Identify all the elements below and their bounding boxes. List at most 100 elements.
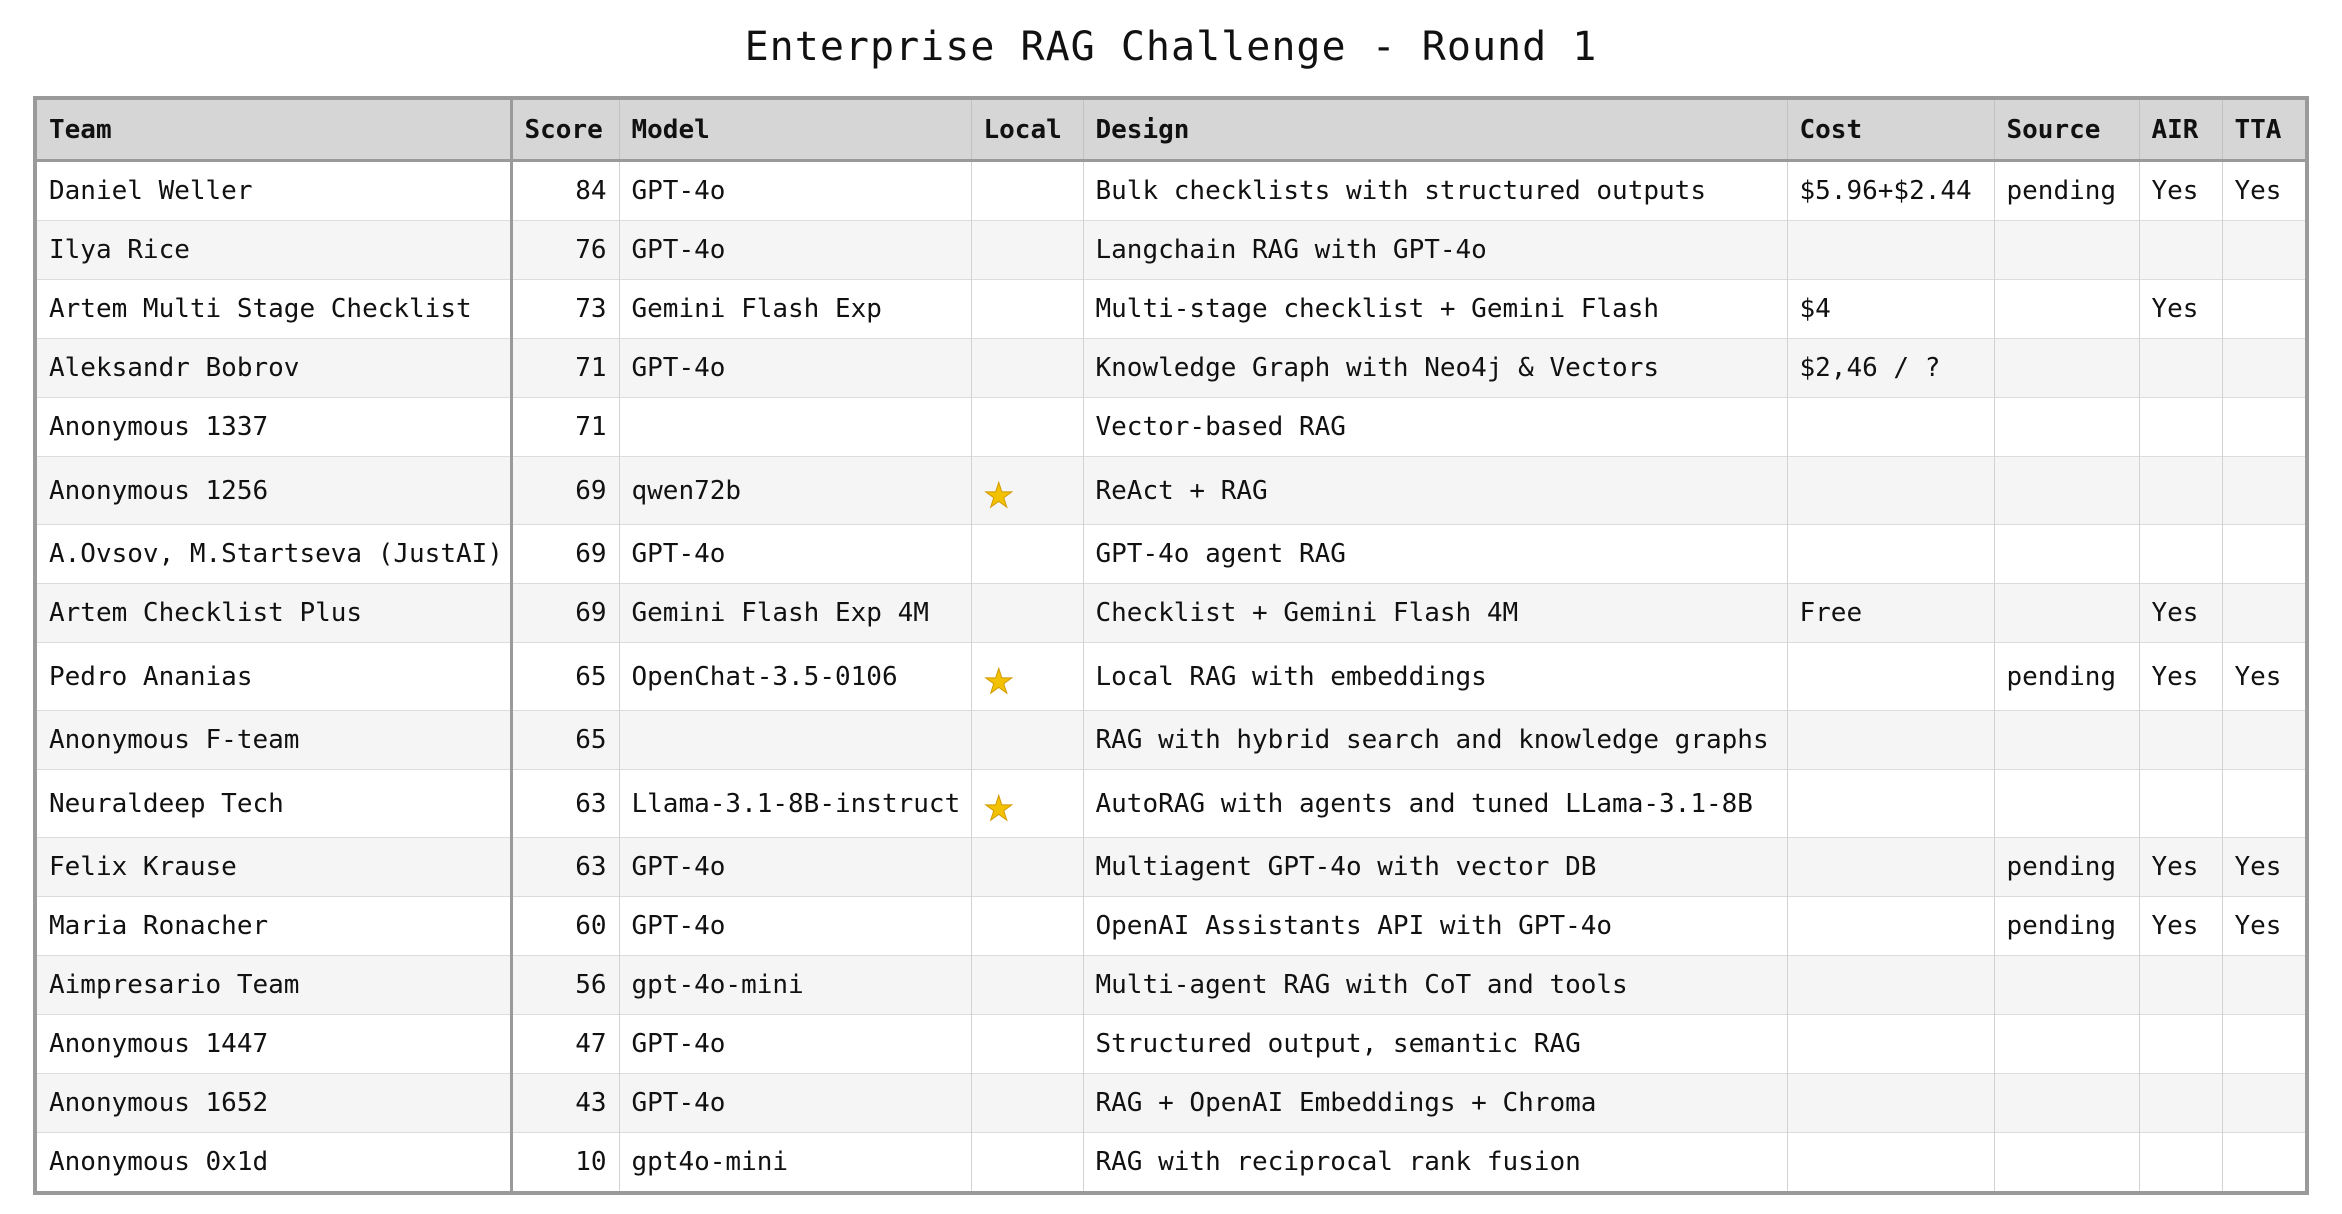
- table-row: Aimpresario Team 56 gpt-4o-mini Multi-agent…: [37, 955, 2305, 1015]
- score-cell: 73: [510, 279, 619, 339]
- score-cell: 10: [510, 1132, 619, 1191]
- local-cell: ★: [970, 642, 1083, 711]
- local-cell: [970, 896, 1083, 956]
- team-cell: Maria Ronacher: [37, 896, 513, 956]
- column-header-tta: TTA: [2221, 100, 2305, 162]
- design-cell: Knowledge Graph with Neo4j & Vectors: [1082, 338, 1787, 398]
- source-cell: [1993, 397, 2139, 457]
- team-cell: Anonymous 1256: [37, 456, 513, 525]
- team-cell: Artem Checklist Plus: [37, 583, 513, 643]
- air-cell: [2138, 524, 2222, 584]
- cost-cell: [1786, 397, 1994, 457]
- score-cell: 63: [510, 837, 619, 897]
- column-header-model: Model: [618, 100, 971, 162]
- design-cell: RAG + OpenAI Embeddings + Chroma: [1082, 1073, 1787, 1133]
- tta-cell: [2221, 710, 2305, 770]
- table-row: Anonymous F-team 65 RAG with hybrid search…: [37, 710, 2305, 770]
- cost-cell: [1786, 710, 1994, 770]
- model-cell: Gemini Flash Exp: [618, 279, 971, 339]
- table-row: Anonymous 1447 47 GPT-4o Structured output,…: [37, 1014, 2305, 1074]
- table-row: Anonymous 1256 69 qwen72b ★ ReAct + RAG: [37, 456, 2305, 525]
- table-row: Anonymous 1652 43 GPT-4o RAG + OpenAI Embed…: [37, 1073, 2305, 1133]
- design-cell: Bulk checklists with structured outputs: [1082, 160, 1787, 221]
- local-cell: [970, 338, 1083, 398]
- table-row: Artem Checklist Plus 69 Gemini Flash Exp 4…: [37, 583, 2305, 643]
- model-cell: GPT-4o: [618, 524, 971, 584]
- air-cell: [2138, 220, 2222, 280]
- score-cell: 69: [510, 456, 619, 525]
- table-row: Anonymous 0x1d 10 gpt4o-mini RAG with recip…: [37, 1132, 2305, 1191]
- team-cell: Anonymous 1447: [37, 1014, 513, 1074]
- source-cell: [1993, 710, 2139, 770]
- cost-cell: [1786, 1014, 1994, 1074]
- design-cell: Multi-agent RAG with CoT and tools: [1082, 955, 1787, 1015]
- tta-cell: [2221, 955, 2305, 1015]
- tta-cell: Yes: [2221, 837, 2305, 897]
- model-cell: GPT-4o: [618, 338, 971, 398]
- score-cell: 65: [510, 710, 619, 770]
- cost-cell: $4: [1786, 279, 1994, 339]
- source-cell: [1993, 279, 2139, 339]
- score-cell: 69: [510, 583, 619, 643]
- star-icon: ★: [983, 476, 1015, 516]
- table-body: Daniel Weller 84 GPT-4o Bulk checklists wit…: [37, 160, 2305, 1191]
- design-cell: Vector-based RAG: [1082, 397, 1787, 457]
- column-header-team: Team: [37, 100, 513, 162]
- local-cell: ★: [970, 769, 1083, 838]
- team-cell: Artem Multi Stage Checklist: [37, 279, 513, 339]
- tta-cell: Yes: [2221, 160, 2305, 221]
- team-cell: Anonymous 1337: [37, 397, 513, 457]
- team-cell: Anonymous F-team: [37, 710, 513, 770]
- score-cell: 71: [510, 338, 619, 398]
- air-cell: [2138, 955, 2222, 1015]
- model-cell: OpenChat-3.5-0106: [618, 642, 971, 711]
- air-cell: [2138, 1132, 2222, 1191]
- design-cell: Checklist + Gemini Flash 4M: [1082, 583, 1787, 643]
- design-cell: GPT-4o agent RAG: [1082, 524, 1787, 584]
- tta-cell: [2221, 1073, 2305, 1133]
- score-cell: 43: [510, 1073, 619, 1133]
- table-row: Ilya Rice 76 GPT-4o Langchain RAG with GPT-…: [37, 220, 2305, 280]
- model-cell: [618, 710, 971, 770]
- design-cell: RAG with reciprocal rank fusion: [1082, 1132, 1787, 1191]
- column-header-score: Score: [510, 100, 619, 162]
- column-header-source: Source: [1993, 100, 2139, 162]
- model-cell: GPT-4o: [618, 1014, 971, 1074]
- design-cell: OpenAI Assistants API with GPT-4o: [1082, 896, 1787, 956]
- design-cell: Local RAG with embeddings: [1082, 642, 1787, 711]
- source-cell: [1993, 955, 2139, 1015]
- source-cell: [1993, 1014, 2139, 1074]
- model-cell: GPT-4o: [618, 220, 971, 280]
- cost-cell: [1786, 1073, 1994, 1133]
- team-cell: Aimpresario Team: [37, 955, 513, 1015]
- tta-cell: [2221, 583, 2305, 643]
- model-cell: gpt-4o-mini: [618, 955, 971, 1015]
- page-title: Enterprise RAG Challenge - Round 1: [744, 24, 1598, 70]
- air-cell: [2138, 456, 2222, 525]
- cost-cell: [1786, 456, 1994, 525]
- column-header-cost: Cost: [1786, 100, 1994, 162]
- score-cell: 76: [510, 220, 619, 280]
- star-icon: ★: [983, 662, 1015, 702]
- cost-cell: [1786, 955, 1994, 1015]
- design-cell: Multiagent GPT-4o with vector DB: [1082, 837, 1787, 897]
- source-cell: pending: [1993, 837, 2139, 897]
- design-cell: Multi-stage checklist + Gemini Flash: [1082, 279, 1787, 339]
- cost-cell: [1786, 220, 1994, 280]
- team-cell: Anonymous 0x1d: [37, 1132, 513, 1191]
- table-row: Pedro Ananias 65 OpenChat-3.5-0106 ★ Local R…: [37, 642, 2305, 711]
- design-cell: AutoRAG with agents and tuned LLama-3.1-…: [1082, 769, 1787, 838]
- table-row: Aleksandr Bobrov 71 GPT-4o Knowledge Graph …: [37, 338, 2305, 398]
- team-cell: Ilya Rice: [37, 220, 513, 280]
- air-cell: Yes: [2138, 583, 2222, 643]
- air-cell: [2138, 397, 2222, 457]
- cost-cell: Free: [1786, 583, 1994, 643]
- air-cell: Yes: [2138, 642, 2222, 711]
- air-cell: Yes: [2138, 160, 2222, 221]
- model-cell: qwen72b: [618, 456, 971, 525]
- column-header-air: AIR: [2138, 100, 2222, 162]
- local-cell: [970, 710, 1083, 770]
- design-cell: RAG with hybrid search and knowledge gra…: [1082, 710, 1787, 770]
- table-row: Daniel Weller 84 GPT-4o Bulk checklists wit…: [37, 160, 2305, 221]
- score-cell: 56: [510, 955, 619, 1015]
